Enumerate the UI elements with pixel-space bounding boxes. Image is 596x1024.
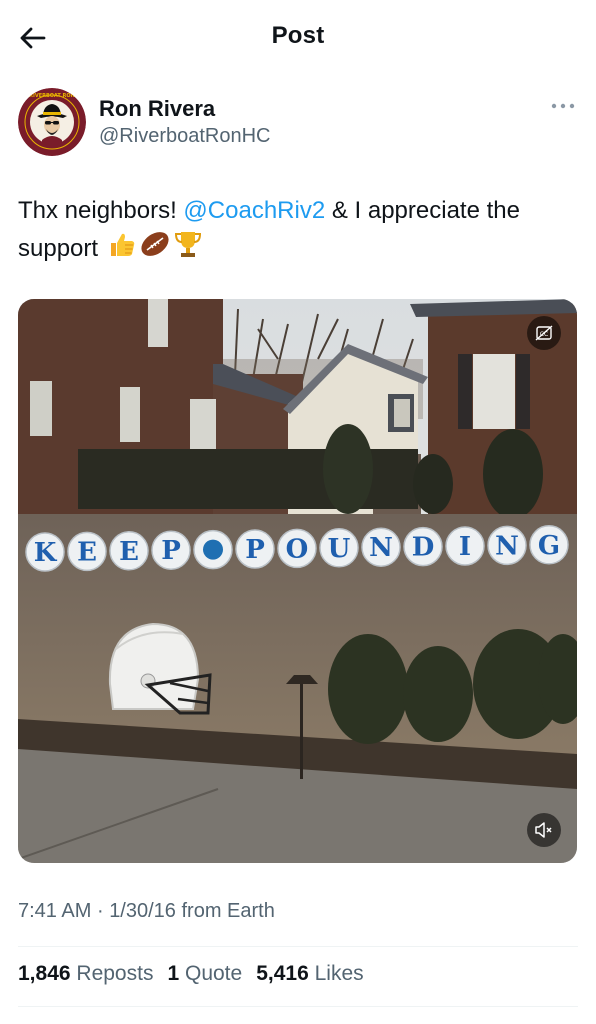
captions-button[interactable]: CC [527, 316, 561, 350]
tweet-text: Thx neighbors! @CoachRiv2 & I appreciate… [18, 193, 578, 270]
post-meta: 7:41 AM · 1/30/16 from Earth [18, 900, 275, 923]
post-source: from Earth [181, 900, 275, 922]
likes-count: 5,416 [256, 962, 309, 985]
sign-letter: I [459, 532, 471, 562]
quotes-stat[interactable]: 1 Quote [167, 962, 242, 986]
reposts-label: Reposts [76, 962, 154, 985]
sign-letter: E [77, 537, 97, 567]
sign-letter: K [34, 538, 58, 568]
volume-muted-icon [535, 822, 552, 838]
sign-letter: U [328, 534, 351, 564]
football-icon [139, 229, 171, 270]
post-time[interactable]: 7:41 AM [18, 900, 91, 922]
more-horizontal-icon [551, 103, 575, 109]
reposts-count: 1,846 [18, 962, 71, 985]
top-bar: Post [0, 0, 596, 72]
sign-letter: P [161, 536, 181, 566]
likes-label: Likes [314, 962, 364, 985]
sign-letter: D [412, 533, 435, 563]
sign-letter: P [245, 535, 265, 565]
sign-letter: N [369, 533, 393, 563]
reposts-stat[interactable]: 1,846 Reposts [18, 962, 153, 986]
sign-letter: E [119, 537, 139, 567]
quotes-count: 1 [167, 962, 180, 985]
sign-letter: N [495, 531, 519, 561]
video-player[interactable]: KEEPPOUNDING CC [18, 299, 577, 863]
likes-stat[interactable]: 5,416 Likes [256, 962, 363, 986]
author-row: RIVERBOAT RON Ron Rivera @RiverboatRonHC [18, 88, 578, 160]
engagement-stats: 1,846 Reposts 1 Quote 5,416 Likes [18, 962, 378, 986]
mention-link[interactable]: @CoachRiv2 [183, 197, 325, 224]
meta-separator: · [96, 900, 104, 922]
sign-letter: O [286, 534, 309, 564]
trophy-icon [173, 229, 203, 270]
video-frame: KEEPPOUNDING [18, 299, 577, 863]
closed-captions-icon: CC [535, 325, 553, 341]
mute-button[interactable] [527, 813, 561, 847]
post-date[interactable]: 1/30/16 [109, 900, 176, 922]
avatar[interactable]: RIVERBOAT RON [18, 88, 86, 156]
page-title: Post [271, 22, 325, 49]
panthers-logo-icon [203, 539, 223, 560]
svg-text:CC: CC [540, 331, 548, 338]
divider [18, 946, 578, 947]
svg-text:RIVERBOAT RON: RIVERBOAT RON [29, 93, 75, 99]
sign-letter: G [538, 531, 560, 561]
thumbs-up-icon [107, 229, 137, 270]
divider [18, 1006, 578, 1007]
author-name[interactable]: Ron Rivera [99, 96, 215, 122]
author-handle[interactable]: @RiverboatRonHC [99, 125, 270, 148]
more-options-button[interactable] [548, 96, 578, 116]
quotes-label: Quote [184, 962, 243, 985]
riverboat-ron-logo-icon: RIVERBOAT RON [18, 88, 86, 156]
tweet-text-before: Thx neighbors! [18, 197, 184, 224]
